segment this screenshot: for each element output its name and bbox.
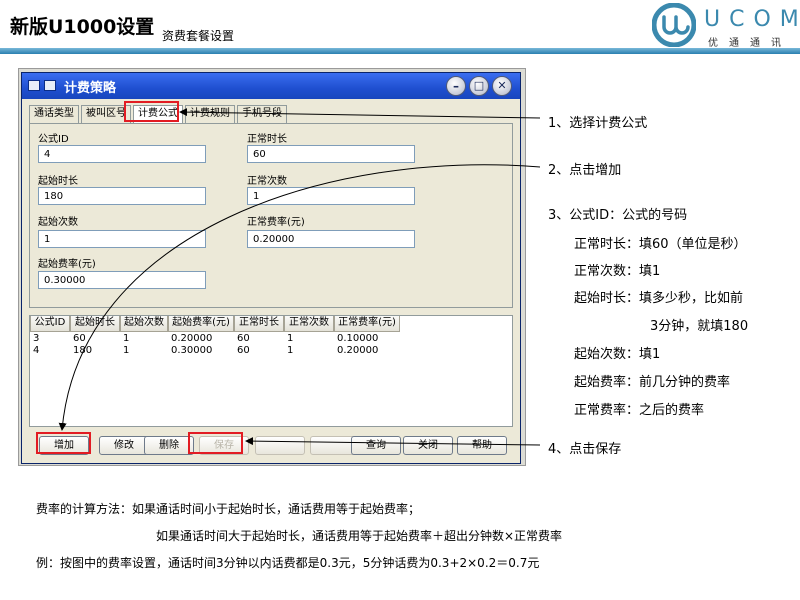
slide-subtitle: 资费套餐设置 — [162, 29, 235, 43]
normal-count-label: 正常次数 — [247, 176, 287, 187]
start-count-label: 起始次数 — [38, 217, 78, 228]
window-titlebar[interactable]: 计费策略 — [22, 73, 520, 99]
table-cell: 0.20000 — [337, 345, 379, 356]
table-cell: 0.20000 — [171, 333, 213, 344]
step3-detail: 起始费率：前几分钟的费率 — [574, 375, 731, 390]
formula-id-label: 公式ID — [38, 134, 69, 145]
window-title: 计费策略 — [64, 81, 117, 96]
table-cell: 60 — [237, 345, 250, 356]
table-row[interactable]: 4 180 1 0.30000 60 1 0.20000 — [30, 345, 400, 357]
start-duration-field[interactable] — [38, 187, 206, 205]
start-duration-label: 起始时长 — [38, 176, 78, 187]
help-button[interactable]: 帮助 — [457, 436, 507, 455]
normal-duration-field[interactable] — [247, 145, 415, 163]
callout-step1: 1、选择计费公式 — [548, 116, 648, 131]
normal-count-field[interactable] — [247, 187, 415, 205]
ucom-logo: UCOM 优通通讯 — [652, 3, 800, 49]
step3-detail: 起始次数：填1 — [574, 347, 661, 362]
callout-step3: 3、公式ID：公式的号码 — [548, 208, 688, 223]
tab-call-type[interactable]: 通话类型 — [29, 105, 79, 123]
normal-rate-field[interactable] — [247, 230, 415, 248]
table-cell: 4 — [33, 345, 40, 356]
table-cell: 1 — [287, 345, 294, 356]
table-cell: 0.10000 — [337, 333, 379, 344]
button-bar: 增加 修改 删除 保存 查询 关闭 帮助 — [29, 433, 513, 457]
slide-title: 新版U1000设置 — [10, 16, 155, 38]
edit-button[interactable]: 修改 — [99, 436, 149, 455]
table-header: 公式ID 起始时长 起始次数 起始费率(元) 正常时长 正常次数 正常费率(元) — [30, 316, 400, 332]
formula-table: 公式ID 起始时长 起始次数 起始费率(元) 正常时长 正常次数 正常费率(元)… — [29, 315, 513, 427]
formula-form-panel: 公式ID 正常时长 起始时长 正常次数 起始次数 正常费率(元) 起始费率(元) — [29, 123, 513, 308]
step3-detail: 正常时长：填60（单位是秒） — [574, 237, 747, 252]
save-button-highlight — [188, 432, 243, 454]
table-cell: 3 — [33, 333, 40, 344]
add-button-highlight — [36, 432, 91, 454]
tab-highlight-box — [124, 101, 179, 122]
table-cell: 1 — [287, 333, 294, 344]
normal-rate-label: 正常费率(元) — [247, 217, 305, 228]
ucom-logo-icon — [652, 3, 696, 47]
table-cell: 180 — [73, 345, 93, 356]
start-rate-field[interactable] — [38, 271, 206, 289]
table-cell: 60 — [237, 333, 250, 344]
start-rate-label: 起始费率(元) — [38, 259, 96, 270]
column-header[interactable]: 公式ID — [30, 316, 70, 332]
callout-step4: 4、点击保存 — [548, 442, 622, 457]
step3-detail: 正常次数：填1 — [574, 264, 661, 279]
table-cell: 1 — [123, 345, 130, 356]
column-header[interactable]: 起始时长 — [70, 316, 120, 332]
column-header[interactable]: 起始费率(元) — [168, 316, 234, 332]
delete-button[interactable]: 删除 — [144, 436, 194, 455]
callout-step2: 2、点击增加 — [548, 163, 622, 178]
rate-example-note: 例：按图中的费率设置，通话时间3分钟以内话费都是0.3元，5分钟话费为0.3+2… — [36, 556, 540, 570]
table-cell: 60 — [73, 333, 86, 344]
step3-detail: 起始时长：填多少秒，比如前 — [574, 291, 744, 306]
maximize-button[interactable] — [469, 76, 489, 96]
tab-billing-rules[interactable]: 计费规则 — [185, 105, 235, 123]
tab-mobile-prefix[interactable]: 手机号段 — [237, 105, 287, 123]
window-restore-icon[interactable] — [44, 80, 56, 91]
billing-policy-window: 计费策略 通话类型 被叫区号 计费公式 计费规则 手机号段 公式ID 正常时长 … — [21, 72, 521, 464]
close-button[interactable]: 关闭 — [403, 436, 453, 455]
table-cell: 1 — [123, 333, 130, 344]
rate-method-note-2: 如果通话时间大于起始时长，通话费用等于起始费率＋超出分钟数×正常费率 — [156, 529, 563, 543]
logo-wordmark: UCOM — [704, 7, 800, 32]
column-header[interactable]: 正常费率(元) — [334, 316, 400, 332]
column-header[interactable]: 正常次数 — [284, 316, 334, 332]
logo-chinese-text: 优通通讯 — [708, 38, 792, 49]
close-window-button[interactable] — [492, 76, 512, 96]
table-row[interactable]: 3 60 1 0.20000 60 1 0.10000 — [30, 333, 400, 345]
column-header[interactable]: 起始次数 — [120, 316, 168, 332]
window-menu-icon[interactable] — [28, 80, 40, 91]
normal-duration-label: 正常时长 — [247, 134, 287, 145]
step3-detail: 正常费率：之后的费率 — [574, 403, 705, 418]
rate-method-note: 费率的计算方法：如果通话时间小于起始时长，通话费用等于起始费率； — [36, 502, 421, 516]
column-header[interactable]: 正常时长 — [234, 316, 284, 332]
query-button[interactable]: 查询 — [351, 436, 401, 455]
step3-detail: 3分钟，就填180 — [650, 319, 749, 334]
disabled-button — [255, 436, 305, 455]
start-count-field[interactable] — [38, 230, 206, 248]
formula-id-field[interactable] — [38, 145, 206, 163]
table-cell: 0.30000 — [171, 345, 213, 356]
minimize-button[interactable] — [446, 76, 466, 96]
